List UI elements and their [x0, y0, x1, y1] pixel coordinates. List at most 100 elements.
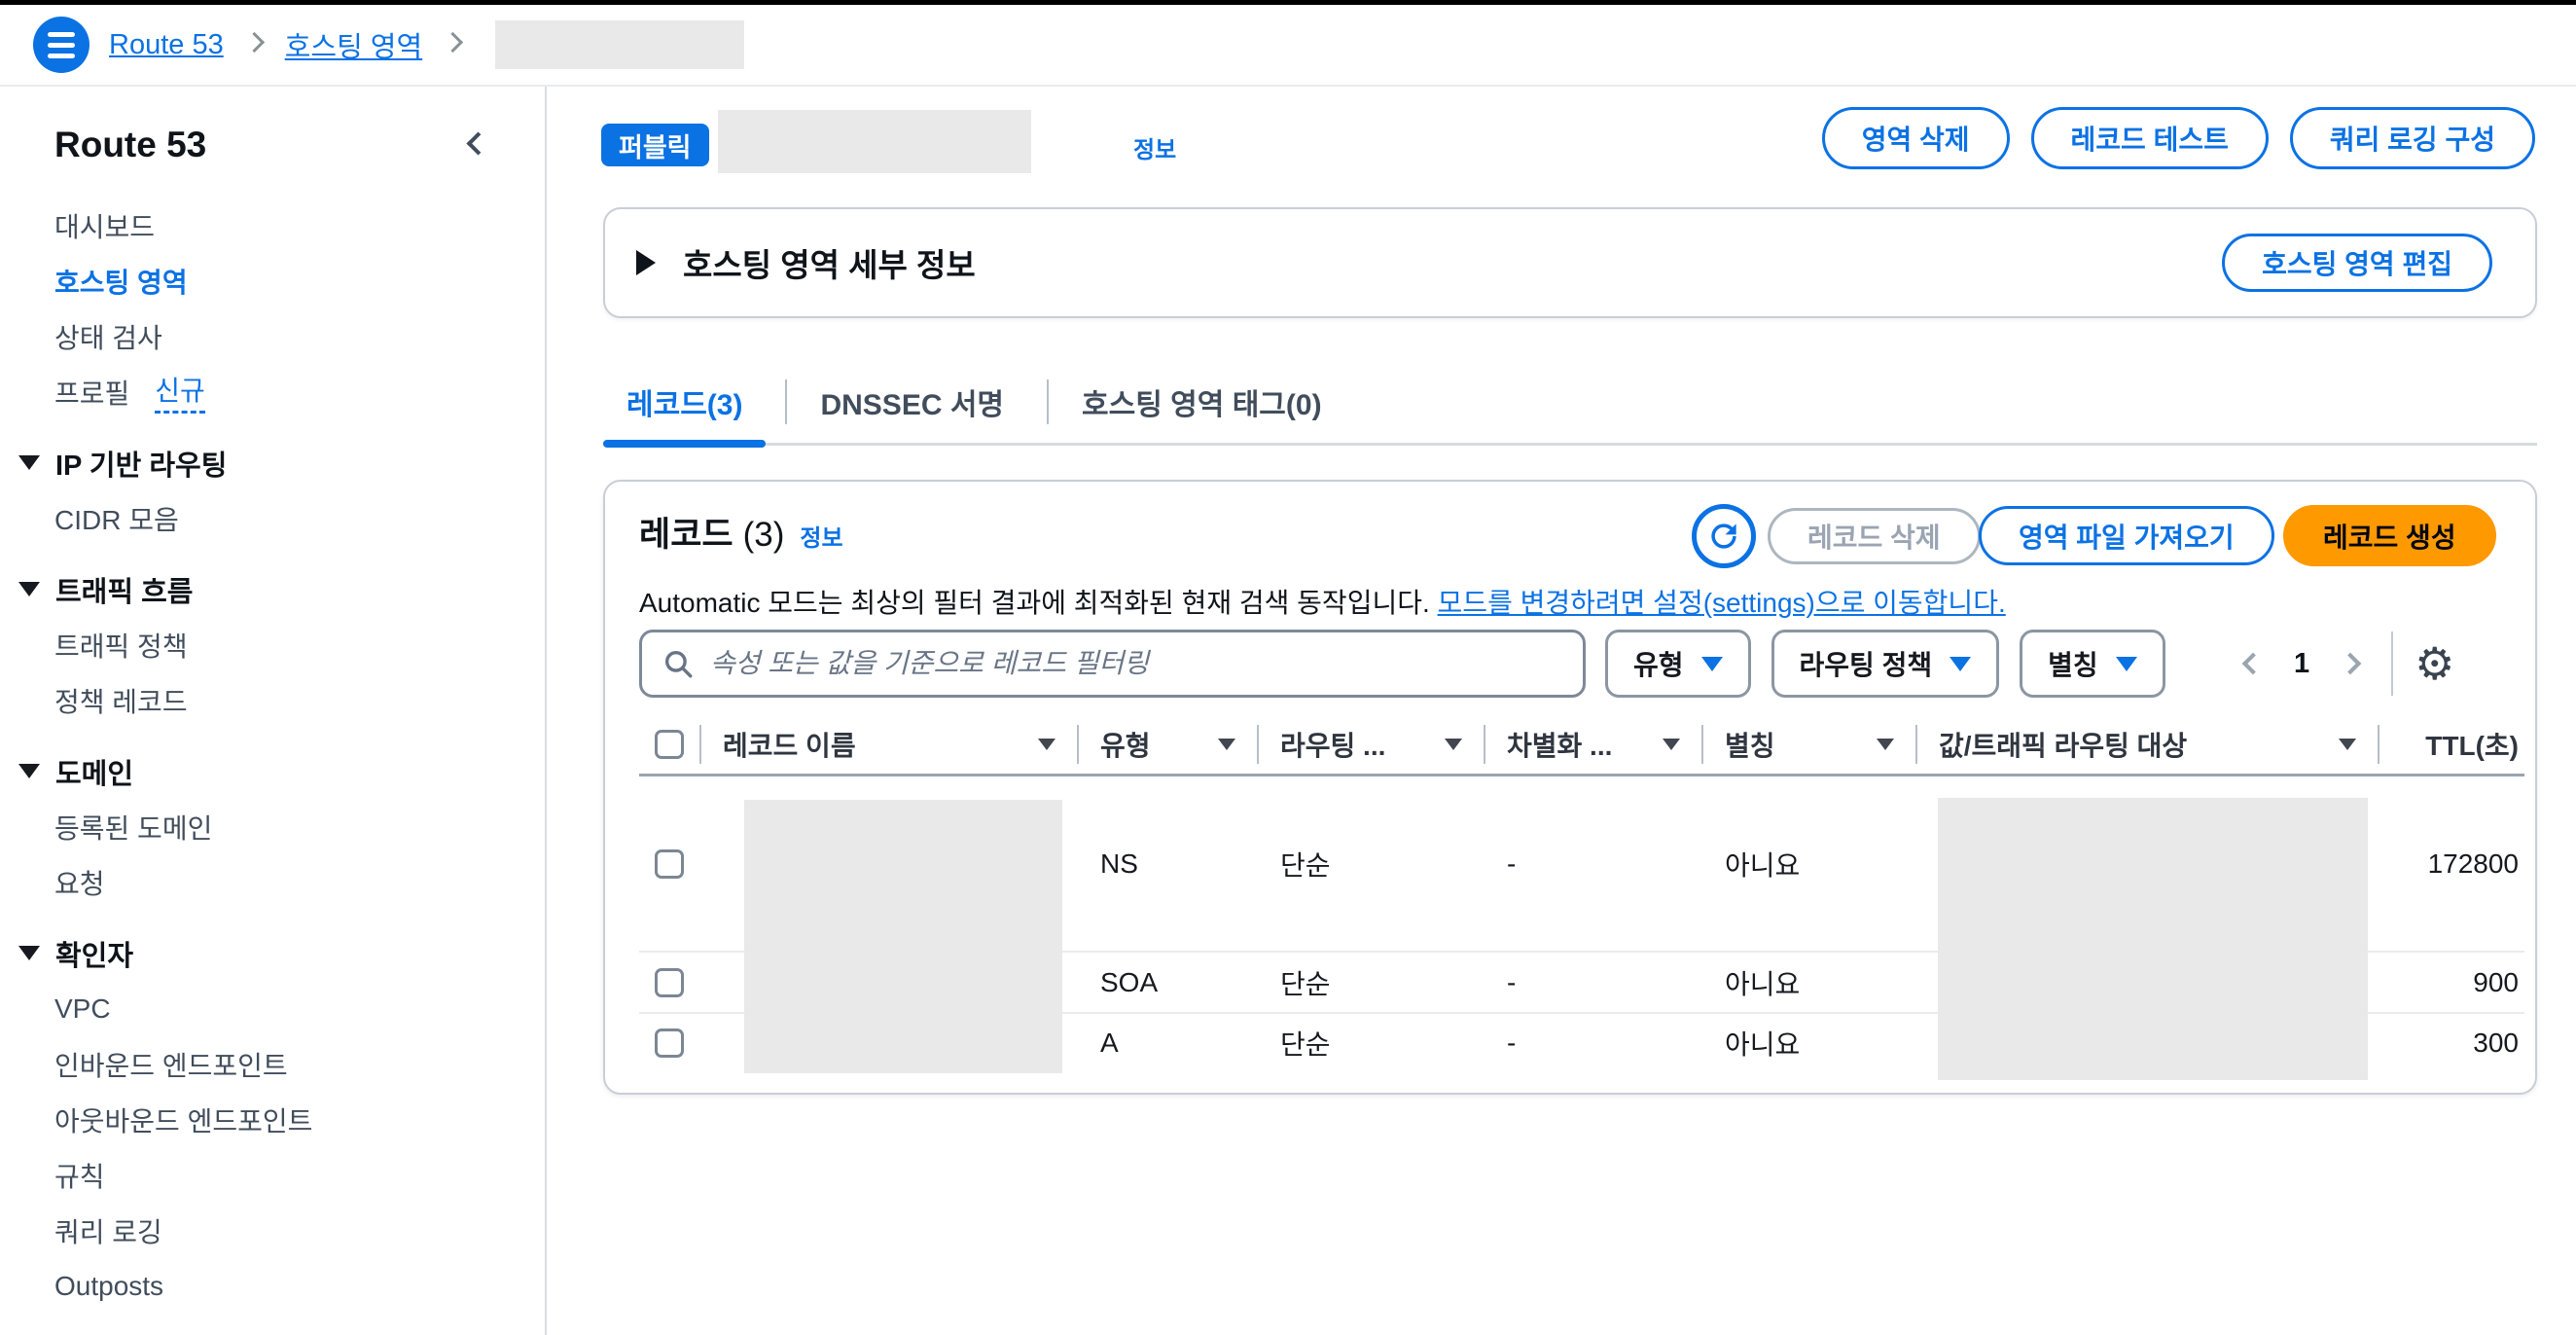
filter-dropdown-유형[interactable]: 유형	[1605, 630, 1751, 698]
sidebar-section-확인자[interactable]: 확인자	[0, 925, 545, 981]
zone-action-button[interactable]: 영역 삭제	[1822, 107, 2010, 169]
sidebar-item-프로필[interactable]: 프로필 신규	[0, 364, 545, 419]
sidebar-item-CIDR 모음[interactable]: CIDR 모음	[0, 490, 545, 546]
records-card: 레코드 (3) 정보 레코드 삭제 영역 파일 가져오기 레코드 생성 Auto…	[603, 480, 2537, 1095]
chevron-right-icon	[2340, 653, 2362, 675]
new-badge-link[interactable]: 신규	[155, 370, 205, 414]
sidebar-item-label: VPC	[54, 993, 111, 1025]
create-record-button[interactable]: 레코드 생성	[2283, 505, 2496, 566]
column-header-레코드 이름[interactable]: 레코드 이름	[699, 712, 1077, 776]
sidebar-item-Outposts[interactable]: Outposts	[0, 1258, 545, 1314]
sort-icon[interactable]	[1445, 739, 1462, 750]
sidebar-item-label: Outposts	[54, 1271, 163, 1302]
sidebar-item-호스팅 영역[interactable]: 호스팅 영역	[0, 253, 545, 308]
column-header-유형[interactable]: 유형	[1077, 712, 1257, 776]
row-checkbox[interactable]	[655, 849, 684, 879]
column-header-별칭[interactable]: 별칭	[1701, 712, 1915, 776]
sidebar-item-정책 레코드[interactable]: 정책 레코드	[0, 672, 545, 728]
differentiator-cell: -	[1484, 848, 1701, 880]
sort-icon[interactable]	[1877, 739, 1894, 750]
column-label: 값/트래픽 라우팅 대상	[1939, 725, 2187, 764]
tab-레코드(3)[interactable]: 레코드(3)	[603, 359, 766, 445]
delete-record-button[interactable]: 레코드 삭제	[1768, 508, 1981, 564]
breadcrumb: Route 53 호스팅 영역	[109, 20, 744, 69]
tab-호스팅 영역 태그(0)[interactable]: 호스팅 영역 태그(0)	[1058, 359, 1345, 445]
details-panel-title: 호스팅 영역 세부 정보	[683, 239, 976, 286]
chevron-left-icon	[2242, 653, 2265, 675]
differentiator-cell: -	[1484, 1028, 1701, 1059]
ttl-cell: 900	[2378, 967, 2524, 998]
sidebar-item-label: 요청	[54, 863, 105, 902]
row-select-cell	[639, 1028, 699, 1058]
breadcrumb-link[interactable]: 호스팅 영역	[285, 24, 422, 65]
sort-icon[interactable]	[1038, 739, 1055, 750]
column-header-값/트래픽 라우팅 대상[interactable]: 값/트래픽 라우팅 대상	[1915, 712, 2378, 776]
record-type-cell: SOA	[1077, 967, 1257, 998]
caret-down-icon	[1701, 657, 1723, 671]
hamburger-menu-button[interactable]	[33, 17, 89, 73]
tab-divider	[785, 379, 787, 424]
sidebar-item-label: 프로필	[54, 373, 129, 412]
sidebar-item-인바운드 엔드포인트[interactable]: 인바운드 엔드포인트	[0, 1036, 545, 1092]
row-checkbox[interactable]	[655, 968, 684, 997]
filter-dropdown-별칭[interactable]: 별칭	[2020, 630, 2165, 698]
column-label: 라우팅 ...	[1280, 725, 1385, 764]
column-header-라우팅 ...[interactable]: 라우팅 ...	[1257, 712, 1484, 776]
previous-page-button[interactable]	[2237, 648, 2269, 679]
description-text: Automatic 모드는 최상의 필터 결과에 최적화된 현재 검색 동작입니…	[639, 588, 1430, 618]
sidebar-item-규칙[interactable]: 규칙	[0, 1147, 545, 1203]
filter-dropdown-라우팅 정책[interactable]: 라우팅 정책	[1771, 630, 2000, 698]
expand-details-button[interactable]	[636, 250, 656, 275]
sidebar-section-label: 확인자	[55, 933, 133, 974]
record-filter-search	[639, 630, 1586, 698]
sidebar-item-label: 호스팅 영역	[54, 262, 188, 301]
ttl-cell: 172800	[2378, 848, 2524, 880]
sidebar-collapse-button[interactable]	[466, 131, 490, 159]
column-label: 별칭	[1725, 725, 1775, 764]
sort-icon[interactable]	[1663, 739, 1680, 750]
tab-DNSSEC 서명[interactable]: DNSSEC 서명	[797, 359, 1027, 445]
column-label: 레코드 이름	[723, 725, 856, 764]
refresh-button[interactable]	[1692, 504, 1756, 568]
edit-hosted-zone-button[interactable]: 호스팅 영역 편집	[2222, 234, 2492, 292]
next-page-button[interactable]	[2335, 648, 2366, 679]
current-page-number: 1	[2294, 648, 2309, 680]
records-info-link[interactable]: 정보	[800, 519, 842, 553]
column-header-차별화 ...[interactable]: 차별화 ...	[1484, 712, 1701, 776]
zone-action-buttons: 영역 삭제 레코드 테스트 쿼리 로깅 구성	[1822, 107, 2535, 169]
sort-icon[interactable]	[2339, 739, 2356, 750]
breadcrumb-bar: Route 53 호스팅 영역	[0, 5, 2576, 87]
caret-down-icon	[1950, 657, 1971, 671]
sidebar-section-도메인[interactable]: 도메인	[0, 743, 545, 799]
breadcrumb-link[interactable]: Route 53	[109, 29, 224, 61]
filter-label: 라우팅 정책	[1800, 644, 1933, 683]
sort-icon[interactable]	[1218, 739, 1235, 750]
sidebar-item-쿼리 로깅[interactable]: 쿼리 로깅	[0, 1203, 545, 1258]
sidebar-item-아웃바운드 엔드포인트[interactable]: 아웃바운드 엔드포인트	[0, 1092, 545, 1147]
record-type-cell: NS	[1077, 848, 1257, 880]
search-icon	[662, 647, 695, 680]
sidebar-item-label: 대시보드	[54, 206, 155, 245]
breadcrumb-current-redacted-block	[495, 20, 744, 69]
select-all-checkbox[interactable]	[655, 730, 684, 759]
sidebar-item-요청[interactable]: 요청	[0, 854, 545, 910]
sidebar-item-대시보드[interactable]: 대시보드	[0, 198, 545, 253]
record-filter-input[interactable]	[710, 648, 1563, 679]
row-checkbox[interactable]	[655, 1028, 684, 1058]
sidebar-section-IP 기반 라우팅[interactable]: IP 기반 라우팅	[0, 435, 545, 490]
row-select-cell	[639, 968, 699, 997]
ttl-cell: 300	[2378, 1028, 2524, 1059]
sidebar-item-등록된 도메인[interactable]: 등록된 도메인	[0, 799, 545, 854]
sidebar-item-VPC[interactable]: VPC	[0, 981, 545, 1036]
zone-action-button[interactable]: 쿼리 로깅 구성	[2290, 107, 2535, 169]
import-zone-file-button[interactable]: 영역 파일 가져오기	[1979, 506, 2274, 565]
zone-info-link[interactable]: 정보	[1133, 130, 1176, 164]
settings-link[interactable]: 모드를 변경하려면 설정(settings)으로 이동합니다.	[1438, 588, 2006, 618]
sidebar-item-트래픽 정책[interactable]: 트래픽 정책	[0, 617, 545, 672]
zone-action-button[interactable]: 레코드 테스트	[2031, 107, 2269, 169]
sidebar-section-트래픽 흐름[interactable]: 트래픽 흐름	[0, 561, 545, 617]
row-select-cell	[639, 849, 699, 879]
table-settings-button[interactable]: ⚙	[2415, 641, 2454, 686]
sidebar-item-상태 검사[interactable]: 상태 검사	[0, 308, 545, 364]
chevron-right-icon	[443, 32, 463, 53]
